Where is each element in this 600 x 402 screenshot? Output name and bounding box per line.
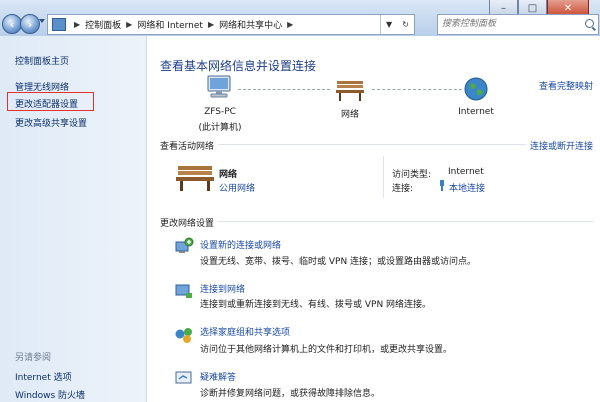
connections-label: 连接: [392,184,414,194]
forward-button[interactable]: › [20,14,40,34]
sidebar-item-advanced-sharing[interactable]: 更改高级共享设置 [15,116,87,129]
see-also-heading: 另请参阅 [15,353,52,363]
setup-new-connection-desc: 设置无线、宽带、拨号、临时或 VPN 连接；或设置路由器或访问点。 [200,257,477,267]
breadcrumb-chevron-icon[interactable]: ▶ [126,20,132,29]
section-divider [218,144,526,145]
access-type-value: Internet [448,167,484,177]
connect-disconnect-link[interactable]: 连接或断开连接 [530,139,593,152]
change-settings-heading: 更改网络设置 [160,219,215,229]
address-dropdown-icon[interactable]: ▼ [386,20,392,29]
connection-line [372,89,462,91]
network-label: 网络 [340,110,359,120]
active-networks-heading: 查看活动网络 [160,142,215,152]
breadcrumb-chevron-icon[interactable]: ▶ [287,20,293,29]
search-box [437,14,599,35]
refresh-icon[interactable]: ↻ [402,20,409,29]
network-bench-icon[interactable] [335,78,365,102]
breadcrumb-network-internet[interactable]: 网络和 Internet [137,18,203,31]
internet-globe-icon[interactable] [463,76,489,102]
address-bar-controls: ▼ ↻ [380,15,414,34]
sidebar-item-change-adapter-settings[interactable]: 更改适配器设置 [15,97,78,110]
setup-new-connection-link[interactable]: 设置新的连接或网络 [200,238,281,251]
control-panel-icon [52,18,66,31]
connect-network-icon [175,284,192,298]
homegroup-sharing-desc: 访问位于其他网络计算机上的文件和打印机，或更改共享设置。 [200,345,453,355]
breadcrumb-network-sharing-center[interactable]: 网络和共享中心 [219,18,282,31]
new-connection-icon [175,237,194,253]
view-full-map-link[interactable]: 查看完整映射 [539,79,593,92]
see-also-windows-firewall[interactable]: Windows 防火墙 [15,388,85,401]
connect-to-network-desc: 连接到或重新连接到无线、有线、拨号或 VPN 网络连接。 [200,300,432,310]
divider [383,156,384,198]
connection-line [238,89,330,91]
computer-icon[interactable] [205,74,233,102]
address-bar[interactable]: ▶ 控制面板 ▶ 网络和 Internet ▶ 网络和共享中心 ▶ ▼ ↻ [47,14,415,35]
homegroup-icon [175,328,192,343]
section-divider [218,221,594,222]
see-also-internet-options[interactable]: Internet 选项 [15,370,72,383]
network-bench-icon [176,166,214,191]
troubleshoot-icon [175,371,192,384]
forward-arrow-icon: › [27,17,33,31]
search-input[interactable] [438,15,582,32]
back-arrow-icon: ‹ [9,17,15,31]
computer-subtitle: (此计算机) [198,123,242,133]
homegroup-sharing-link[interactable]: 选择家庭组和共享选项 [200,325,290,338]
network-type-link[interactable]: 公用网络 [219,181,255,194]
internet-label: Internet [458,107,494,117]
sidebar-item-control-panel-home[interactable]: 控制面板主页 [15,54,69,67]
computer-name: ZFS-PC [204,107,236,117]
ethernet-icon [440,180,444,191]
breadcrumb-chevron-icon[interactable]: ▶ [74,20,80,29]
connect-to-network-link[interactable]: 连接到网络 [200,282,245,295]
troubleshoot-link[interactable]: 疑难解答 [200,370,236,383]
back-button[interactable]: ‹ [2,14,22,34]
local-connection-link[interactable]: 本地连接 [449,181,485,194]
troubleshoot-desc: 诊断并修复网络问题，或获得故障排除信息。 [200,389,381,399]
breadcrumb-control-panel[interactable]: 控制面板 [85,18,121,31]
search-icon[interactable] [585,19,594,28]
breadcrumb-chevron-icon[interactable]: ▶ [208,20,214,29]
active-network-name: 网络 [219,170,238,180]
access-type-label: 访问类型: [392,170,432,180]
page-title: 查看基本网络信息并设置连接 [160,59,317,73]
recent-pages-dropdown-icon[interactable] [39,19,45,23]
